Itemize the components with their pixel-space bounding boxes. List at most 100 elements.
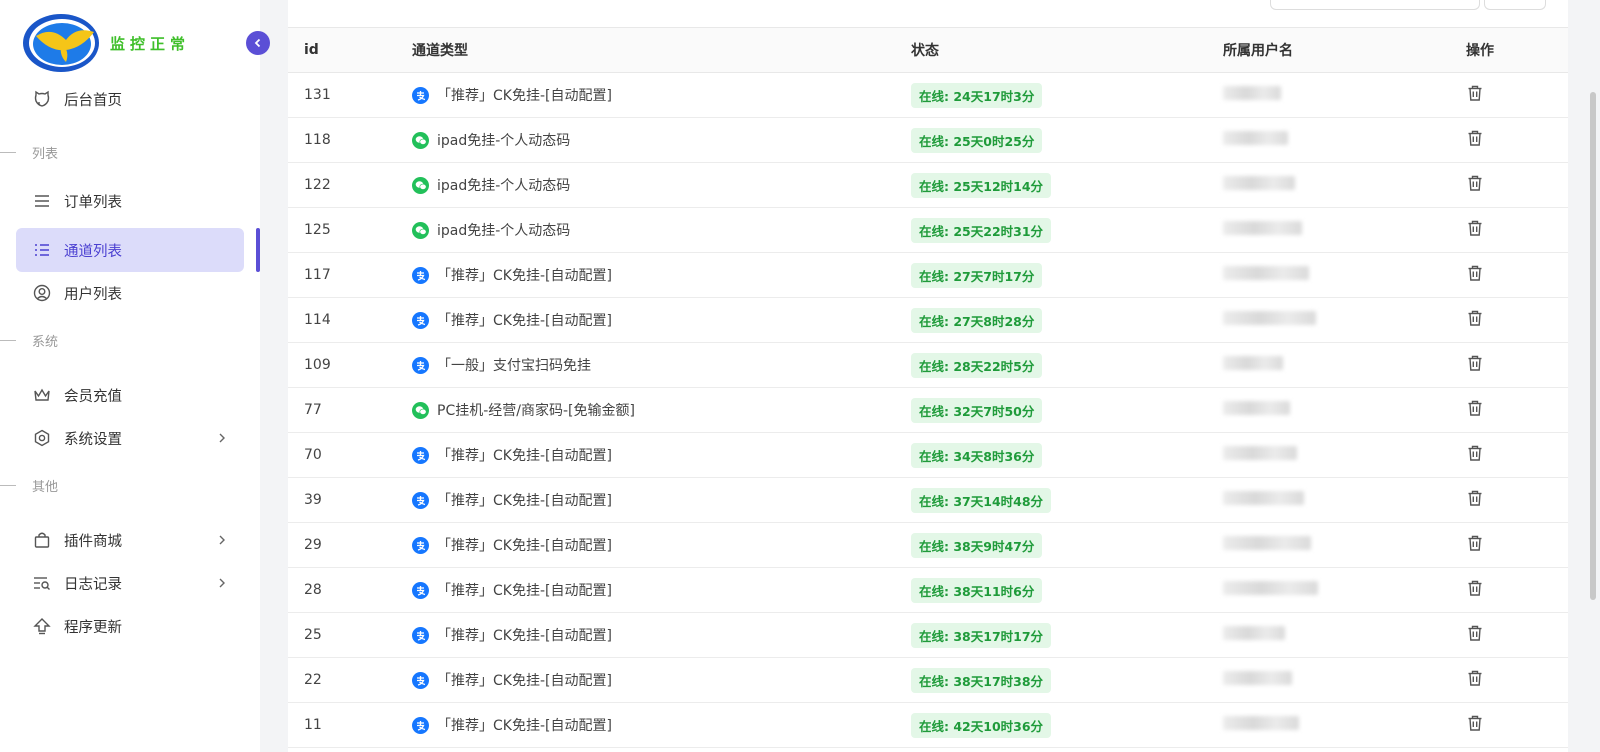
row-status: 在线: 27天7时17分: [911, 262, 1223, 288]
blurred-username: [1223, 671, 1292, 685]
delete-button[interactable]: [1466, 85, 1484, 106]
status-badge: 在线: 37天14时48分: [911, 487, 1052, 513]
row-op: [1466, 354, 1566, 376]
delete-button[interactable]: [1466, 310, 1484, 331]
active-indicator: [256, 228, 260, 272]
row-type-label: 「推荐」CK免挂-[自动配置]: [437, 718, 612, 734]
nav-item-update[interactable]: 程序更新: [16, 604, 244, 648]
status-badge: 在线: 38天17时38分: [911, 667, 1052, 693]
chevron-right-icon: [219, 433, 225, 443]
nav-item-plugins[interactable]: 插件商城: [16, 518, 244, 562]
nav-item-logs[interactable]: 日志记录: [16, 561, 244, 605]
row-user: [1223, 176, 1466, 194]
row-status: 在线: 38天9时47分: [911, 532, 1223, 558]
delete-button[interactable]: [1466, 625, 1484, 646]
row-user: [1223, 356, 1466, 374]
row-status: 在线: 38天17时17分: [911, 622, 1223, 648]
row-user: [1223, 491, 1466, 509]
nav-label-home: 后台首页: [64, 92, 122, 109]
search-input[interactable]: [1270, 0, 1480, 10]
delete-button[interactable]: [1466, 580, 1484, 601]
row-id: 109: [304, 357, 331, 373]
table-row: 117 「推荐」CK免挂-[自动配置] 在线: 27天7时17分: [288, 253, 1568, 298]
nav-item-home[interactable]: 后台首页: [16, 77, 244, 121]
nav-label-plugins: 插件商城: [64, 533, 122, 550]
status-badge: 在线: 28天22时5分: [911, 352, 1043, 378]
row-id: 22: [304, 672, 322, 688]
status-badge: 在线: 25天12时14分: [911, 172, 1052, 198]
search-button[interactable]: [1484, 0, 1546, 10]
status-badge: 在线: 38天11时6分: [911, 577, 1043, 603]
delete-button[interactable]: [1466, 130, 1484, 151]
nav-item-recharge[interactable]: 会员充值: [16, 373, 244, 417]
delete-button[interactable]: [1466, 535, 1484, 556]
nav-label-update: 程序更新: [64, 619, 122, 636]
delete-button[interactable]: [1466, 445, 1484, 466]
nav-item-channels[interactable]: 通道列表: [16, 228, 244, 272]
delete-button[interactable]: [1466, 175, 1484, 196]
row-id: 122: [304, 177, 331, 193]
delete-button[interactable]: [1466, 265, 1484, 286]
delete-button[interactable]: [1466, 355, 1484, 376]
row-user: [1223, 86, 1466, 104]
trash-icon: [1468, 625, 1482, 641]
row-op: [1466, 624, 1566, 646]
blurred-username: [1223, 131, 1288, 145]
table-row: 25 「推荐」CK免挂-[自动配置] 在线: 38天17时17分: [288, 613, 1568, 658]
row-status: 在线: 24天17时3分: [911, 82, 1223, 108]
row-status: 在线: 25天12时14分: [911, 172, 1223, 198]
scrollbar[interactable]: [1590, 92, 1596, 600]
row-op: [1466, 669, 1566, 691]
row-user: [1223, 401, 1466, 419]
row-id: 114: [304, 312, 331, 328]
row-type-label: 「一般」支付宝扫码免挂: [437, 358, 591, 374]
row-status: 在线: 38天11时6分: [911, 577, 1223, 603]
header-id: id: [304, 42, 319, 58]
nav-label-recharge: 会员充值: [64, 388, 122, 405]
trash-icon: [1468, 400, 1482, 416]
table-row: 28 「推荐」CK免挂-[自动配置] 在线: 38天11时6分: [288, 568, 1568, 613]
blurred-username: [1223, 401, 1290, 415]
collapse-sidebar-button[interactable]: [246, 31, 270, 55]
blurred-username: [1223, 266, 1309, 280]
blurred-username: [1223, 176, 1295, 190]
header-status: 状态: [911, 43, 939, 59]
nav-label-orders: 订单列表: [64, 194, 122, 211]
row-user: [1223, 221, 1466, 239]
section-other-label: 其他: [32, 480, 59, 495]
table-header: id 通道类型 状态 所属用户名 操作: [288, 27, 1568, 73]
header-op: 操作: [1466, 43, 1494, 59]
section-system: 系统: [0, 331, 58, 350]
row-type: 「推荐」CK免挂-[自动配置]: [412, 580, 911, 600]
row-status: 在线: 25天0时25分: [911, 127, 1223, 153]
delete-button[interactable]: [1466, 490, 1484, 511]
list-icon: [32, 240, 52, 260]
table-row: 125 ipad免挂-个人动态码 在线: 25天22时31分: [288, 208, 1568, 253]
row-id: 70: [304, 447, 322, 463]
delete-button[interactable]: [1466, 220, 1484, 241]
logo-icon: [23, 14, 99, 72]
trash-icon: [1468, 265, 1482, 281]
row-status: 在线: 34天8时36分: [911, 442, 1223, 468]
nav-item-users[interactable]: 用户列表: [16, 271, 244, 315]
header-user: 所属用户名: [1223, 43, 1293, 59]
table-row: 11 「推荐」CK免挂-[自动配置] 在线: 42天10时36分: [288, 703, 1568, 748]
row-status: 在线: 32天7时50分: [911, 397, 1223, 423]
row-status: 在线: 38天17时38分: [911, 667, 1223, 693]
delete-button[interactable]: [1466, 670, 1484, 691]
row-op: [1466, 309, 1566, 331]
row-user: [1223, 581, 1466, 599]
alipay-icon: [412, 581, 429, 599]
wechat-icon: [412, 131, 429, 149]
nav-item-orders[interactable]: 订单列表: [16, 179, 244, 223]
row-id: 25: [304, 627, 322, 643]
blurred-username: [1223, 626, 1285, 640]
row-type: PC挂机-经营/商家码-[免输金额]: [412, 400, 911, 420]
delete-button[interactable]: [1466, 400, 1484, 421]
delete-button[interactable]: [1466, 715, 1484, 736]
nav-item-settings[interactable]: 系统设置: [16, 416, 244, 460]
row-op: [1466, 444, 1566, 466]
section-other: 其他: [0, 476, 58, 495]
row-op: [1466, 129, 1566, 151]
table-row: 118 ipad免挂-个人动态码 在线: 25天0时25分: [288, 118, 1568, 163]
